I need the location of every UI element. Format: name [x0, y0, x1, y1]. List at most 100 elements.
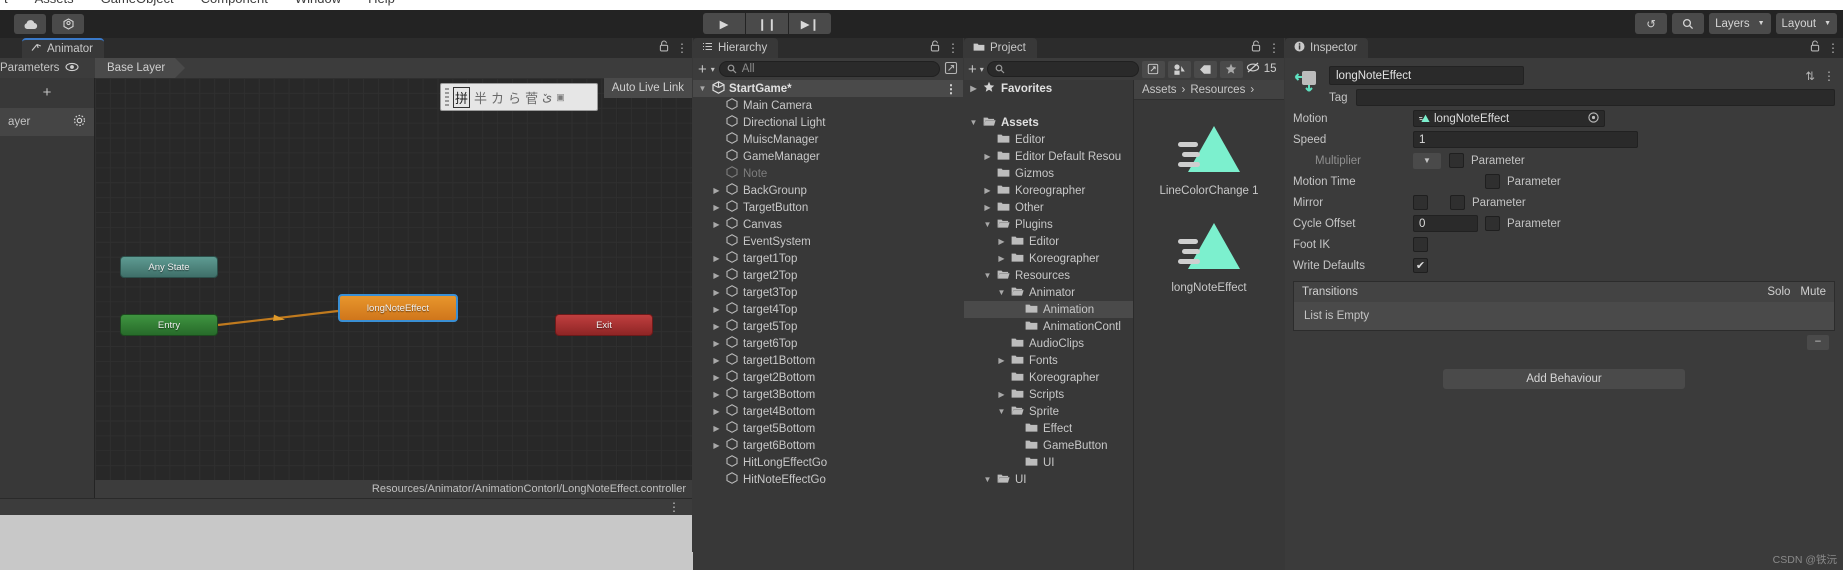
hierarchy-item-target5top[interactable]: ▶ target5Top [693, 318, 963, 335]
project-folder-editor[interactable]: ▶ Editor [964, 131, 1133, 148]
lock-icon[interactable] [1810, 40, 1820, 55]
project-folder-tree[interactable]: ▶Favorites▶▼Assets▶Editor▶Editor Default… [964, 80, 1134, 570]
chevron-right-icon[interactable]: ▶ [968, 84, 979, 93]
pause-button[interactable]: ❙❙ [746, 13, 788, 34]
layer-row[interactable]: ayer [0, 108, 94, 136]
layers-dropdown[interactable]: Layers ▼ [1709, 13, 1771, 34]
cycle-offset-parameter-checkbox[interactable] [1485, 216, 1500, 231]
menu-item-help[interactable]: Help [368, 0, 395, 6]
ime-expand-icon[interactable]: ▣ [556, 92, 565, 103]
hierarchy-item-directional-light[interactable]: ▶ Directional Light [693, 114, 963, 131]
eye-icon[interactable] [65, 62, 79, 75]
write-defaults-checkbox[interactable]: ✔ [1413, 258, 1428, 273]
layout-dropdown[interactable]: Layout ▼ [1775, 13, 1837, 34]
breadcrumb-resources[interactable]: Resources [1190, 84, 1245, 96]
hierarchy-item-target5bottom[interactable]: ▶ target5Bottom [693, 420, 963, 437]
cloud-icon[interactable] [14, 14, 46, 34]
chevron-down-icon[interactable]: ▼ [996, 288, 1007, 297]
chevron-right-icon[interactable]: ▶ [996, 390, 1007, 399]
hierarchy-item-gamemanager[interactable]: ▶ GameManager [693, 148, 963, 165]
project-folder-editor[interactable]: ▶ Editor [964, 233, 1133, 250]
project-folder-koreographer[interactable]: ▶ Koreographer [964, 369, 1133, 386]
tab-animator[interactable]: Animator [22, 38, 105, 58]
animator-state-graph[interactable]: Any State Entry Exit longNoteEffect [95, 78, 692, 480]
speed-input[interactable]: 1 [1413, 131, 1638, 148]
chevron-right-icon[interactable]: ▶ [996, 237, 1007, 246]
mirror-parameter-checkbox[interactable] [1450, 195, 1465, 210]
hierarchy-tree[interactable]: ▼ StartGame* ⋮ ▶ Main Camera ▶ Directional Lig… [693, 80, 963, 552]
chevron-right-icon[interactable]: ▶ [982, 203, 993, 212]
hierarchy-item-target3top[interactable]: ▶ target3Top [693, 284, 963, 301]
project-folder-scripts[interactable]: ▶ Scripts [964, 386, 1133, 403]
breadcrumb-assets[interactable]: Assets [1142, 84, 1177, 96]
chevron-right-icon[interactable]: ▶ [711, 322, 722, 331]
menu-item-gameobject[interactable]: GameObject [101, 0, 174, 6]
hierarchy-item-target4top[interactable]: ▶ target4Top [693, 301, 963, 318]
multiplier-parameter-checkbox[interactable] [1449, 153, 1464, 168]
tag-icon[interactable] [1193, 60, 1217, 78]
chevron-down-icon[interactable]: ▼ [968, 118, 979, 127]
project-folder-gamebutton[interactable]: ▶ GameButton [964, 437, 1133, 454]
create-button[interactable]: + [968, 61, 977, 78]
ime-mode-icon[interactable]: ら [508, 88, 521, 107]
chevron-right-icon[interactable]: ▶ [996, 356, 1007, 365]
chevron-right-icon[interactable]: ▶ [711, 305, 722, 314]
hierarchy-item-canvas[interactable]: ▶ Canvas [693, 216, 963, 233]
project-folder-koreographer[interactable]: ▶ Koreographer [964, 250, 1133, 267]
multiplier-dropdown[interactable]: ▼ [1413, 152, 1441, 169]
chevron-right-icon[interactable]: ▶ [711, 271, 722, 280]
create-caret-icon[interactable]: ▾ [980, 65, 984, 74]
motion-time-parameter-checkbox[interactable] [1485, 174, 1500, 189]
hierarchy-expand-icon[interactable] [944, 61, 958, 78]
chevron-down-icon[interactable]: ▼ [982, 271, 993, 280]
project-folder-ui[interactable]: ▶ UI [964, 454, 1133, 471]
shapes-icon[interactable] [1167, 60, 1191, 78]
hierarchy-item-eventsystem[interactable]: ▶ EventSystem [693, 233, 963, 250]
gear-icon[interactable] [73, 114, 86, 130]
menu-item-window[interactable]: Window [295, 0, 341, 6]
state-node-entry[interactable]: Entry [120, 314, 218, 336]
hierarchy-item-muiscmanager[interactable]: ▶ MuiscManager [693, 131, 963, 148]
project-folder-other[interactable]: ▶ Other [964, 199, 1133, 216]
hierarchy-item-target2bottom[interactable]: ▶ target2Bottom [693, 369, 963, 386]
chevron-right-icon[interactable]: ▶ [711, 186, 722, 195]
project-folder-editor-default-resou[interactable]: ▶ Editor Default Resou [964, 148, 1133, 165]
chevron-down-icon[interactable]: ▼ [982, 220, 993, 229]
chevron-right-icon[interactable]: ▶ [711, 390, 722, 399]
hidden-assets-counter[interactable]: 15 [1246, 62, 1279, 76]
hierarchy-item-target1bottom[interactable]: ▶ target1Bottom [693, 352, 963, 369]
mirror-checkbox[interactable] [1413, 195, 1428, 210]
chevron-right-icon[interactable]: ▶ [711, 203, 722, 212]
menu-item-assets[interactable]: Assets [35, 0, 74, 6]
chevron-right-icon[interactable]: ▶ [711, 254, 722, 263]
hierarchy-item-hitnoteeffectgo[interactable]: ▶ HitNoteEffectGo [693, 471, 963, 488]
collab-icon[interactable] [52, 14, 84, 34]
hierarchy-item-note[interactable]: ▶ Note [693, 165, 963, 182]
chevron-down-icon[interactable]: ▼ [996, 407, 1007, 416]
hierarchy-item-targetbutton[interactable]: ▶ TargetButton [693, 199, 963, 216]
panel-menu-icon[interactable]: ⋮ [1827, 41, 1839, 55]
chevron-right-icon[interactable]: ▶ [982, 152, 993, 161]
inspector-more-icon[interactable]: ⋮ [1823, 69, 1835, 83]
hierarchy-item-backgrounp[interactable]: ▶ BackGrounp [693, 182, 963, 199]
project-search-input[interactable] [986, 61, 1139, 77]
project-folder-animationcontl[interactable]: ▶ AnimationContl [964, 318, 1133, 335]
chevron-right-icon[interactable]: ▶ [711, 373, 722, 382]
ime-pinyin-icon[interactable]: 拼 [453, 86, 471, 108]
asset-item[interactable]: longNoteEffect [1134, 219, 1284, 294]
ime-drag-handle[interactable] [445, 88, 449, 106]
add-behaviour-button[interactable]: Add Behaviour [1443, 369, 1685, 389]
chevron-down-icon[interactable]: ▼ [697, 84, 708, 93]
hierarchy-item-target1top[interactable]: ▶ target1Top [693, 250, 963, 267]
step-button[interactable]: ▶❙ [789, 13, 831, 34]
create-caret-icon[interactable]: ▾ [711, 65, 715, 74]
chevron-right-icon[interactable]: ▶ [711, 441, 722, 450]
hierarchy-item-target2top[interactable]: ▶ target2Top [693, 267, 963, 284]
chevron-right-icon[interactable]: ▶ [711, 220, 722, 229]
animator-breadcrumb[interactable]: Base Layer [95, 58, 186, 78]
hierarchy-item-target3bottom[interactable]: ▶ target3Bottom [693, 386, 963, 403]
motion-object-field[interactable]: longNoteEffect [1413, 110, 1605, 127]
project-folder-fonts[interactable]: ▶ Fonts [964, 352, 1133, 369]
remove-transition-button[interactable]: − [1807, 334, 1829, 350]
state-node-any-state[interactable]: Any State [120, 256, 218, 278]
